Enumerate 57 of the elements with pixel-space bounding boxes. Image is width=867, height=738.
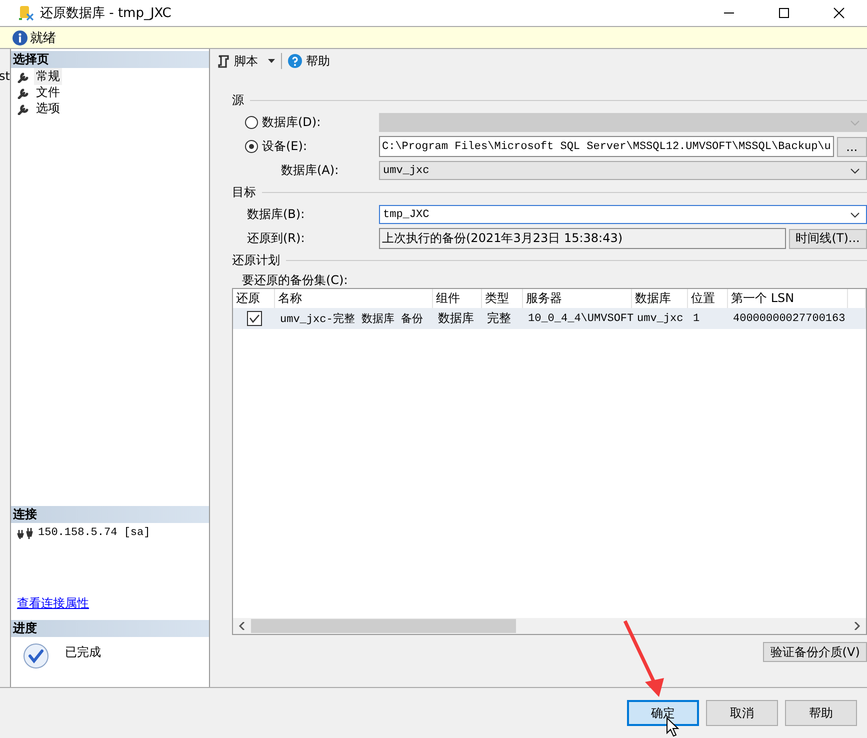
- browse-button[interactable]: ...: [836, 136, 867, 156]
- verify-media-button[interactable]: 验证备份介质(V): [763, 642, 867, 662]
- script-button[interactable]: 脚本: [214, 52, 277, 70]
- connection-properties-link[interactable]: 查看连接属性: [11, 595, 89, 612]
- help-button[interactable]: 帮助: [785, 700, 857, 726]
- sidebar-item[interactable]: 选项: [34, 100, 62, 116]
- server-text: 150.158.5.74 [sa]: [38, 527, 150, 539]
- info-icon: [12, 30, 28, 46]
- cursor-icon: [666, 717, 680, 737]
- field-label: 数据库(A):: [281, 162, 339, 179]
- scroll-right-icon: [852, 622, 861, 630]
- chevron-icon: [850, 168, 860, 174]
- table-cell-text: 1: [692, 312, 701, 326]
- help-button[interactable]: 帮助: [286, 52, 332, 70]
- radio-button[interactable]: [245, 140, 258, 153]
- section-header: 选择页: [11, 51, 209, 68]
- group-title: 目标: [232, 184, 256, 200]
- progress-status: 已完成: [65, 644, 101, 661]
- field-label: 数据库(B):: [247, 206, 305, 223]
- device-path-field[interactable]: C:\Program Files\Microsoft SQL Server\MSSQL12.UMVSOFT\MSSQL\Backup\u: [379, 136, 834, 157]
- table-cell-text: 40000000027700163: [732, 312, 846, 326]
- field-label: 还原到(R):: [247, 230, 305, 247]
- close-icon: [833, 7, 845, 19]
- field-label: 数据库(D):: [262, 114, 321, 131]
- maximize-icon: [778, 7, 790, 19]
- scrollbar-thumb[interactable]: [251, 619, 516, 633]
- table-cell-text: umv_jxc-完整 数据库 备份: [279, 312, 424, 328]
- group-title: 还原计划: [232, 252, 280, 268]
- table-cell-text: umv_jxc: [636, 312, 684, 326]
- table-label: 要还原的备份集(C):: [241, 272, 349, 288]
- group-title: 源: [232, 92, 244, 108]
- scroll-left-icon: [238, 622, 246, 630]
- plug-icon: [17, 527, 33, 539]
- checkmark-icon: [248, 314, 260, 323]
- timeline-button[interactable]: 时间线(T)...: [788, 228, 867, 248]
- chevron-icon: [850, 120, 860, 126]
- database-dropdown[interactable]: tmp_JXC: [379, 205, 867, 224]
- field-label: 设备(E):: [262, 138, 307, 155]
- window-title: 还原数据库 - tmp_JXC: [40, 5, 172, 22]
- caret-icon: [268, 59, 275, 63]
- table-cell-text: 完整: [486, 310, 512, 327]
- help-icon: [288, 54, 302, 68]
- chevron-icon: [850, 212, 860, 218]
- checkbox[interactable]: [246, 311, 262, 326]
- cancel-button[interactable]: 取消: [706, 700, 778, 726]
- status-text: 就绪: [30, 30, 56, 46]
- ok-button[interactable]: 确定: [627, 700, 699, 726]
- table-cell-text: 10_0_4_4\UMVSOFT: [527, 312, 632, 326]
- restore-to-field[interactable]: 上次执行的备份(2021年3月23日 15:38:43): [379, 228, 786, 249]
- section-header: 进度: [11, 620, 209, 637]
- background-text: st: [0, 69, 10, 83]
- sidebar-item[interactable]: 文件: [34, 84, 62, 100]
- database-dropdown[interactable]: umv_jxc: [379, 161, 867, 180]
- sidebar-item[interactable]: 常规: [34, 68, 62, 84]
- table-cell-text: 数据库: [437, 310, 475, 327]
- check-circle-icon: [23, 643, 49, 669]
- section-header: 连接: [11, 506, 209, 523]
